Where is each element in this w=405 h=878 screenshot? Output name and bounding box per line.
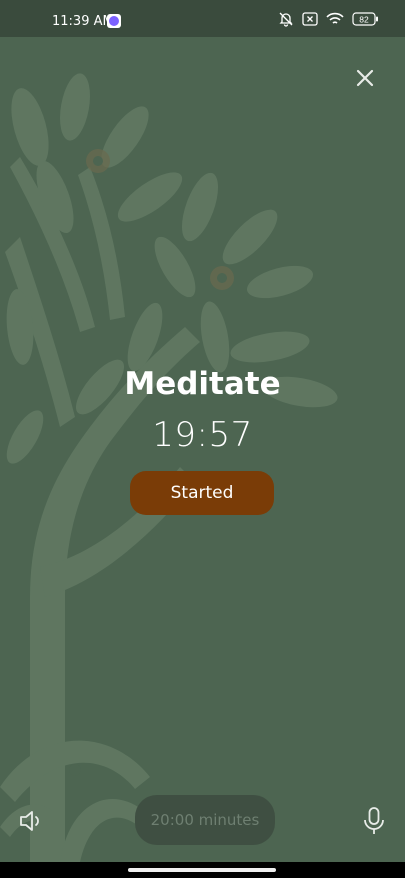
system-nav-bar — [0, 862, 405, 878]
duration-selector[interactable]: 20:00 minutes — [135, 795, 275, 845]
battery-level: 82 — [359, 15, 369, 25]
session-title: Meditate — [124, 366, 281, 402]
home-indicator[interactable] — [128, 868, 276, 872]
status-time: 11:39 AM — [52, 14, 114, 29]
close-icon — [356, 69, 374, 87]
started-button[interactable]: Started — [130, 471, 274, 515]
sim-x-icon — [302, 12, 318, 26]
wifi-icon — [326, 12, 344, 24]
sound-button[interactable] — [18, 809, 46, 837]
microphone-icon — [364, 807, 384, 834]
countdown-timer: 19:57 — [152, 415, 253, 455]
close-button[interactable] — [351, 64, 379, 92]
microphone-button[interactable] — [362, 806, 388, 838]
bottom-controls: 20:00 minutes — [0, 790, 405, 850]
battery-icon: 82 — [352, 12, 378, 26]
status-icons: 82 — [278, 11, 379, 27]
status-bar: 11:39 AM 82 — [0, 0, 405, 37]
messenger-notification-icon — [107, 14, 121, 28]
bell-off-icon — [279, 12, 293, 27]
speaker-icon — [20, 811, 39, 831]
